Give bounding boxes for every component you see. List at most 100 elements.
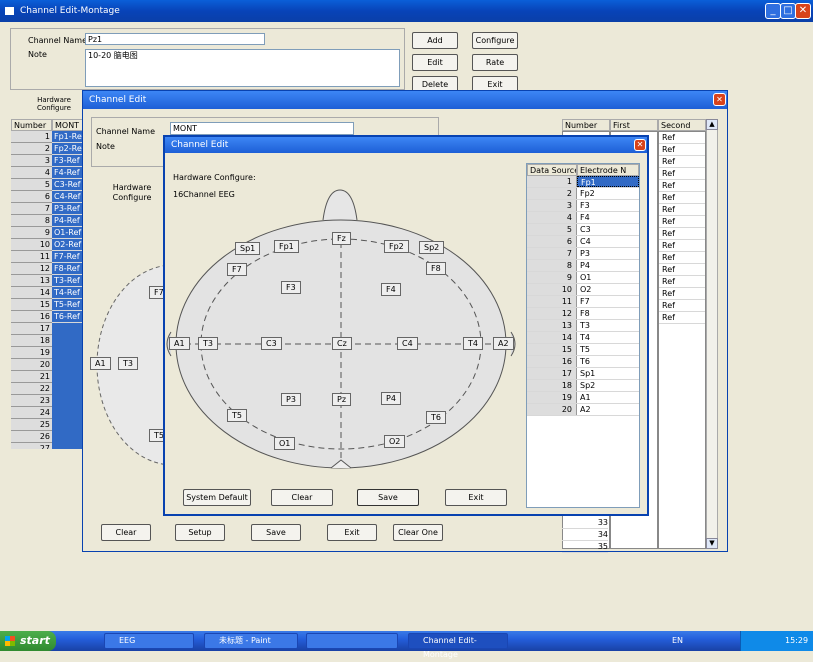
ce-second-cell[interactable]: Ref	[659, 276, 705, 288]
electrode-name-cell[interactable]: F3	[577, 200, 639, 211]
main-row-number[interactable]: 27	[11, 443, 52, 449]
main-row-mont[interactable]: T6-Ref	[52, 311, 84, 323]
data-source-row[interactable]: 8 P4	[527, 260, 639, 272]
main-row-mont[interactable]: C4-Ref	[52, 191, 84, 203]
main-row-number[interactable]: 17	[11, 323, 52, 335]
ce-number-cell[interactable]: 35	[562, 541, 608, 553]
ce-second-cell[interactable]: Ref	[659, 312, 705, 324]
ce-bg-electrode-a1[interactable]: A1	[90, 357, 111, 370]
ce-second-cell[interactable]: Ref	[659, 252, 705, 264]
taskbar-item-blank[interactable]	[306, 633, 398, 649]
ce-number-cell[interactable]: 34	[562, 529, 608, 541]
electrode-name-cell[interactable]: F8	[577, 308, 639, 319]
data-source-row[interactable]: 20 A2	[527, 404, 639, 416]
data-source-row[interactable]: 17 Sp1	[527, 368, 639, 380]
main-note-field[interactable]: 10-20 脑电图	[85, 49, 400, 87]
data-source-row[interactable]: 19 A1	[527, 392, 639, 404]
main-row-mont[interactable]: P3-Ref	[52, 203, 84, 215]
configure-button[interactable]: Configure	[472, 32, 518, 49]
taskbar-item-eeg[interactable]: EEG	[104, 633, 194, 649]
electrode-cz[interactable]: Cz	[332, 337, 352, 350]
electrode-f8[interactable]: F8	[426, 262, 446, 275]
electrode-t5[interactable]: T5	[227, 409, 247, 422]
electrode-o1[interactable]: O1	[274, 437, 296, 450]
main-row-number[interactable]: 6	[11, 191, 52, 203]
data-source-row[interactable]: 1 Fp1	[527, 176, 639, 188]
data-source-row[interactable]: 3 F3	[527, 200, 639, 212]
electrode-t6[interactable]: T6	[426, 411, 446, 424]
electrode-name-cell[interactable]: P4	[577, 260, 639, 271]
main-row-number[interactable]: 9	[11, 227, 52, 239]
ce-second-cell[interactable]: Ref	[659, 216, 705, 228]
electrode-a2[interactable]: A2	[493, 337, 514, 350]
ce-setup-button[interactable]: Setup	[175, 524, 225, 541]
add-button[interactable]: Add	[412, 32, 458, 49]
inner-dialog-close-button[interactable]: ✕	[634, 139, 646, 151]
electrode-p3[interactable]: P3	[281, 393, 301, 406]
main-row-number[interactable]: 21	[11, 371, 52, 383]
electrode-name-cell[interactable]: T5	[577, 344, 639, 355]
data-source-row[interactable]: 4 F4	[527, 212, 639, 224]
ce-exit-button[interactable]: Exit	[327, 524, 377, 541]
electrode-name-cell[interactable]: Fp2	[577, 188, 639, 199]
ce-bg-electrode-t3[interactable]: T3	[118, 357, 138, 370]
ce-vertical-scrollbar[interactable]	[706, 119, 718, 549]
main-row-mont[interactable]: T3-Ref	[52, 275, 84, 287]
main-row-mont[interactable]: C3-Ref	[52, 179, 84, 191]
data-source-row[interactable]: 15 T5	[527, 344, 639, 356]
electrode-name-cell[interactable]: C4	[577, 236, 639, 247]
data-source-row[interactable]: 2 Fp2	[527, 188, 639, 200]
channel-edit-close-button[interactable]: ✕	[713, 93, 726, 106]
ce-save-button[interactable]: Save	[251, 524, 301, 541]
data-source-row[interactable]: 6 C4	[527, 236, 639, 248]
electrode-name-cell[interactable]: F7	[577, 296, 639, 307]
main-row-number[interactable]: 12	[11, 263, 52, 275]
electrode-t3[interactable]: T3	[198, 337, 218, 350]
main-row-number[interactable]: 10	[11, 239, 52, 251]
ce-second-cell[interactable]: Ref	[659, 192, 705, 204]
main-row-number[interactable]: 5	[11, 179, 52, 191]
maximize-button[interactable]: □	[780, 3, 796, 19]
ce-second-cell[interactable]: Ref	[659, 180, 705, 192]
electrode-o2[interactable]: O2	[384, 435, 406, 448]
electrode-f7[interactable]: F7	[227, 263, 247, 276]
language-indicator[interactable]: EN	[672, 636, 683, 645]
electrode-name-cell[interactable]: Sp1	[577, 368, 639, 379]
data-source-row[interactable]: 7 P3	[527, 248, 639, 260]
main-row-number[interactable]: 14	[11, 287, 52, 299]
main-row-number[interactable]: 3	[11, 155, 52, 167]
electrode-fp2[interactable]: Fp2	[384, 240, 409, 253]
ce-second-cell[interactable]: Ref	[659, 300, 705, 312]
electrode-name-cell[interactable]: O2	[577, 284, 639, 295]
main-row-number[interactable]: 7	[11, 203, 52, 215]
main-tab-hardware[interactable]: Hardware Configure	[30, 96, 78, 112]
main-row-number[interactable]: 18	[11, 335, 52, 347]
data-source-row[interactable]: 18 Sp2	[527, 380, 639, 392]
electrode-sp1[interactable]: Sp1	[235, 242, 261, 255]
ce-second-cell[interactable]: Ref	[659, 156, 705, 168]
main-row-mont[interactable]: O2-Ref	[52, 239, 84, 251]
electrode-fz[interactable]: Fz	[332, 232, 351, 245]
ce-tab-hardware[interactable]: Hardware Configure	[103, 183, 161, 203]
electrode-f3[interactable]: F3	[281, 281, 301, 294]
main-row-number[interactable]: 23	[11, 395, 52, 407]
ce-second-cell[interactable]: Ref	[659, 288, 705, 300]
data-source-row[interactable]: 11 F7	[527, 296, 639, 308]
dialog-exit-button[interactable]: Exit	[445, 489, 507, 506]
main-row-number[interactable]: 25	[11, 419, 52, 431]
electrode-pz[interactable]: Pz	[332, 393, 352, 406]
main-row-mont[interactable]: T5-Ref	[52, 299, 84, 311]
main-row-number[interactable]: 24	[11, 407, 52, 419]
close-button[interactable]: ✕	[795, 3, 811, 19]
rate-button[interactable]: Rate	[472, 54, 518, 71]
electrode-name-cell[interactable]: T3	[577, 320, 639, 331]
main-row-number[interactable]: 22	[11, 383, 52, 395]
main-row-mont[interactable]: Fp2-Ref	[52, 143, 84, 155]
data-source-row[interactable]: 12 F8	[527, 308, 639, 320]
electrode-name-cell[interactable]: Fp1	[577, 176, 639, 187]
main-row-number[interactable]: 19	[11, 347, 52, 359]
ce-second-cell[interactable]: Ref	[659, 144, 705, 156]
main-row-mont[interactable]: F7-Ref	[52, 251, 84, 263]
electrode-name-cell[interactable]: O1	[577, 272, 639, 283]
main-row-mont[interactable]: F4-Ref	[52, 167, 84, 179]
